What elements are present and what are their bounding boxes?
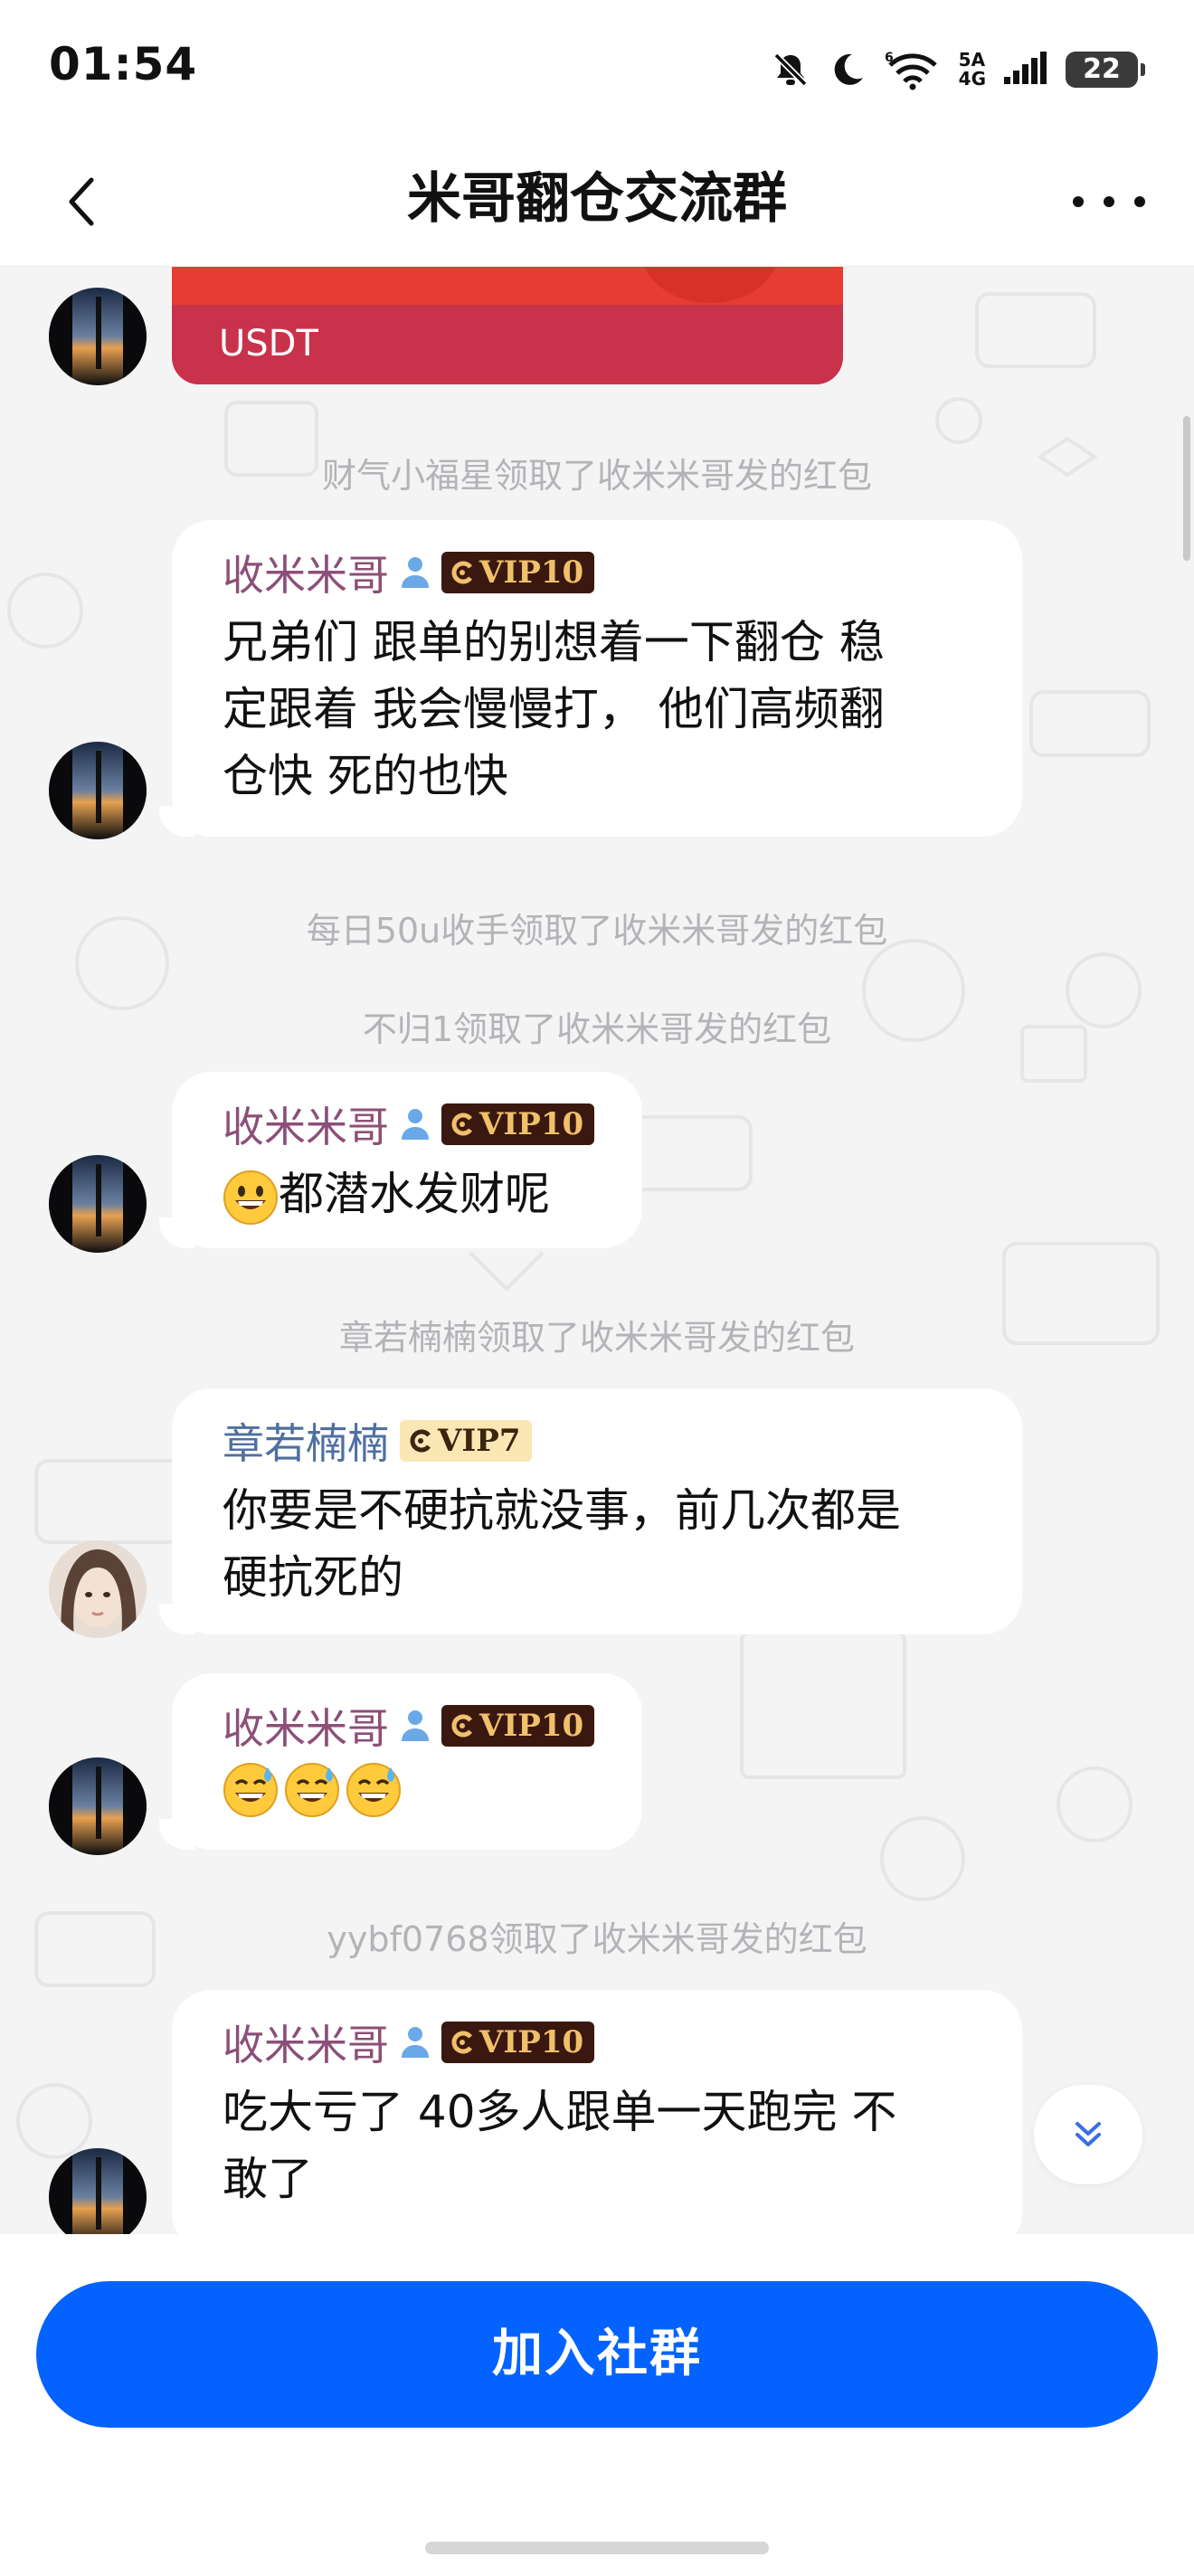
join-community-button[interactable]: 加入社群 (36, 2281, 1158, 2428)
system-message: 财气小福星领取了收米米哥发的红包 (321, 456, 872, 496)
sender-row: 收米米哥 VIP10 (223, 1095, 597, 1153)
sweat-smile-icon (223, 1763, 278, 1817)
message-text: 你要是不硬抗就没事，前几次都是 硬抗死的 (223, 1484, 901, 1604)
moon-icon (834, 53, 863, 85)
message-text (223, 1762, 597, 1818)
vip-badge: VIP10 (441, 2022, 595, 2063)
vip-badge: VIP10 (441, 1705, 595, 1747)
vip-c-icon (451, 2031, 472, 2054)
vip-c-icon (410, 1429, 431, 1453)
battery-level: 22 (1066, 52, 1138, 88)
message-bubble[interactable]: 章若楠楠 VIP7 你要是不硬抗就没事，前几次都是 硬抗死的 (159, 1388, 1022, 1634)
more-dots-icon (1073, 196, 1084, 207)
battery-icon: 22 (1066, 52, 1145, 88)
wifi-6-icon: 6 (885, 51, 937, 90)
vip-badge: VIP10 (441, 1103, 595, 1145)
avatar[interactable] (49, 1155, 147, 1253)
status-icons: 6 5A 4G 22 (771, 45, 1145, 94)
avatar-image (49, 288, 147, 385)
network-type: 5A 4G (958, 49, 986, 90)
vip-badge: VIP7 (400, 1420, 532, 1462)
red-packet-card[interactable]: USDT (172, 267, 843, 384)
sender-name[interactable]: 收米米哥 (223, 2012, 389, 2072)
vip-badge: VIP10 (441, 552, 595, 593)
sender-row: 收米米哥 VIP10 (223, 1697, 597, 1755)
avatar[interactable] (49, 1540, 147, 1638)
home-indicator[interactable] (425, 2542, 769, 2554)
system-message: yybf0768领取了收米米哥发的红包 (327, 1919, 867, 1959)
sweat-smile-icon (346, 1763, 401, 1817)
sender-row: 章若楠楠 VIP7 (223, 1412, 977, 1470)
avatar[interactable] (49, 742, 147, 839)
scroll-to-bottom-button[interactable] (1034, 2085, 1142, 2184)
sender-name[interactable]: 章若楠楠 (223, 1411, 389, 1471)
svg-text:6: 6 (885, 51, 894, 65)
sender-row: 收米米哥 VIP10 (223, 544, 977, 601)
chat-header: 米哥翻仓交流群 (0, 136, 1194, 267)
status-bar: 01:54 6 5A 4G 22 (0, 0, 1194, 136)
person-icon (402, 1109, 429, 1140)
message-text: 兄弟们 跟单的别想着一下翻仓 稳 定跟着 我会慢慢打， 他们高频翻 仓快 死的也… (223, 616, 885, 802)
message-text: 吃大亏了 40多人跟单一天跑完 不 敢了 (223, 2086, 897, 2205)
app-root: 01:54 6 5A 4G 22 米哥翻仓交流群 USDT 财气小福星领取了收米… (0, 0, 1194, 2576)
footer: 加入社群 (0, 2234, 1194, 2576)
chat-area[interactable]: USDT 财气小福星领取了收米米哥发的红包 收米米哥 VIP10 兄弟们 跟单的… (0, 267, 1194, 2234)
message-bubble[interactable]: 收米米哥 VIP10 吃大亏了 40多人跟单一天跑完 不 敢了 (172, 1990, 1022, 2234)
sender-row: 收米米哥 VIP10 (223, 2013, 977, 2071)
sender-name[interactable]: 收米米哥 (223, 543, 389, 602)
sender-name[interactable]: 收米米哥 (223, 1696, 389, 1756)
vip-c-icon (451, 561, 472, 584)
message-bubble[interactable]: 收米米哥 VIP10 都潜水发财呢 (159, 1072, 642, 1248)
system-message: 不归1领取了收米米哥发的红包 (362, 1009, 832, 1049)
message-bubble[interactable]: 收米米哥 VIP10 (159, 1673, 642, 1850)
avatar[interactable] (49, 288, 147, 385)
message-text: 都潜水发财呢 (223, 1160, 597, 1227)
system-message: 章若楠楠领取了收米米哥发的红包 (338, 1318, 855, 1358)
message-bubble[interactable]: 收米米哥 VIP10 兄弟们 跟单的别想着一下翻仓 稳 定跟着 我会慢慢打， 他… (159, 520, 1022, 837)
person-icon (402, 557, 429, 588)
status-time: 01:54 (49, 38, 198, 90)
person-icon (402, 1710, 429, 1741)
more-button[interactable] (1073, 179, 1145, 224)
battery-cap (1141, 63, 1145, 76)
avatar[interactable] (49, 1757, 147, 1855)
vip-c-icon (451, 1113, 472, 1136)
vip-c-icon (451, 1714, 472, 1738)
double-chevron-down-icon (1076, 2122, 1101, 2146)
person-icon (402, 2027, 429, 2058)
sender-name[interactable]: 收米米哥 (223, 1094, 389, 1154)
red-packet-label: USDT (219, 323, 318, 365)
bell-off-icon (773, 52, 808, 87)
sweat-smile-icon (285, 1763, 339, 1817)
grinning-face-icon (223, 1170, 278, 1225)
signal-icon (1004, 52, 1047, 84)
group-title: 米哥翻仓交流群 (407, 167, 787, 231)
system-message: 每日50u收手领取了收米米哥发的红包 (306, 911, 888, 951)
